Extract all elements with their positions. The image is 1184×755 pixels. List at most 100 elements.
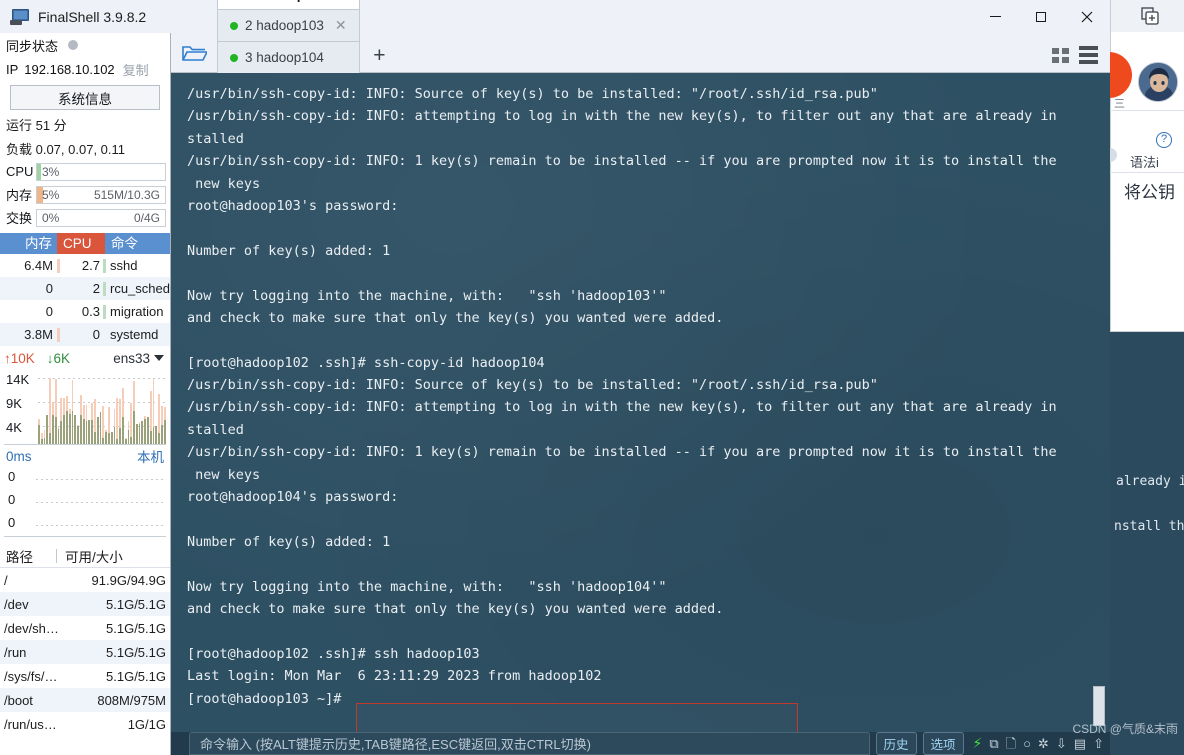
ping-chart-plot [36,473,166,532]
terminal-panel[interactable]: /usr/bin/ssh-copy-id: INFO: Source of ke… [171,73,1110,732]
terminal-scrollbar[interactable] [1092,73,1106,732]
system-info-button[interactable]: 系统信息 [10,85,160,110]
meter-bar: 5% 515M/10.3G [36,185,166,204]
network-chart: 14K 9K 4K [4,370,166,445]
grid-view-icon[interactable] [1052,47,1069,63]
disk-row[interactable]: /run/us… 1G/1G [0,712,170,736]
tab-close-icon[interactable]: ✕ [339,0,351,3]
disk-path: /dev [4,596,29,612]
network-bar [130,372,133,444]
process-mem: 3.8M [24,327,53,342]
tab-1[interactable]: 2 hadoop103 ✕ [217,9,361,41]
bolt-icon[interactable]: ⚡ [973,735,983,752]
meter-bar: 0% 0/4G [36,208,166,227]
history-button[interactable]: 历史 [875,732,917,755]
disk-usage: 5.1G/5.1G [106,644,166,660]
meter-label: CPU [6,164,34,179]
divider [1110,172,1184,173]
monitor-icon [10,8,29,25]
open-folder-icon[interactable] [171,33,217,72]
ping-y-tick-1: 0 [8,492,16,507]
network-bar [57,372,60,444]
status-dot [68,40,79,50]
download-icon[interactable]: ⇩ [1056,737,1067,750]
process-row[interactable]: 0 2 rcu_sched [0,277,170,300]
disk-row[interactable]: /sys/fs/… 5.1G/5.1G [0,664,170,688]
copy-icon[interactable]: ⧉ [989,737,998,750]
terminal-line: /usr/bin/ssh-copy-id: INFO: attempting t… [187,399,1057,416]
meter-percent: 5% [42,187,60,202]
network-bar [85,372,88,444]
close-button[interactable] [1064,0,1110,33]
disk-path: /sys/fs/… [4,668,58,684]
network-bar [38,372,40,444]
ping-chart: 0 0 0 [4,467,166,537]
disk-row[interactable]: /dev 5.1G/5.1G [0,592,170,616]
tab-2[interactable]: 3 hadoop104 [217,41,361,73]
download-arrow-icon: ↓ [46,350,54,366]
tab-0[interactable]: 1 hadoop102 ✕ [217,0,361,9]
network-chart-plot [38,372,166,444]
maximize-button[interactable] [1018,0,1064,33]
disk-usage: 5.1G/5.1G [106,620,166,636]
disk-row[interactable]: /run 5.1G/5.1G [0,640,170,664]
network-bar [116,372,119,444]
network-bar [40,372,43,444]
list-view-icon[interactable] [1079,46,1098,64]
network-bar [135,372,138,444]
network-bar [107,372,110,444]
process-row[interactable]: 6.4M 2.7 sshd [0,254,170,277]
load-row: 负载 0.07, 0.07, 0.11 [6,141,125,157]
process-row[interactable]: 0 0.3 migration [0,300,170,323]
folder-icon[interactable]: ▤ [1074,737,1086,750]
meter-label: 交换 [6,211,33,226]
ping-host-label: 本机 [137,450,164,465]
process-cmd: rcu_sched [110,281,170,296]
search-icon[interactable]: ○ [1023,737,1031,750]
avatar[interactable] [1138,62,1178,102]
network-bar [51,372,54,444]
add-tab-button[interactable]: + [362,44,396,72]
page-title: FinalShell 3.9.8.2 [38,8,147,25]
disk-usage: 808M/975M [97,692,166,708]
network-bar [110,372,113,444]
copy-link[interactable]: 复制 [123,60,149,79]
tab-close-icon[interactable]: ✕ [335,17,347,34]
network-bar [99,372,102,444]
terminal-line: Now try logging into the machine, with: … [187,287,667,304]
meter-percent: 3% [42,164,60,179]
background-terminal-strip [1110,332,1184,755]
process-cpu: 0 [92,327,100,342]
network-interface-select[interactable]: ens33 [113,351,164,366]
network-bar [96,372,99,444]
watermark: CSDN @气质&末雨 [1072,722,1178,736]
tab-label: 1 hadoop102 [245,0,328,2]
disk-table-body: / 91.9G/94.9G/dev 5.1G/5.1G/dev/sh… 5.1G/5.… [0,568,170,736]
network-bar [113,372,116,444]
paste-icon[interactable]: 🗋 [1006,737,1016,750]
ping-header: 0ms 本机 [0,445,170,467]
disk-path: /run [4,644,27,660]
network-bar [91,372,93,444]
network-bar [82,372,85,444]
help-circle-icon[interactable]: ? [1156,132,1172,148]
disk-row[interactable]: /dev/sh… 5.1G/5.1G [0,616,170,640]
minimize-button[interactable] [972,0,1018,33]
disk-path: /boot [4,692,33,708]
process-col-mem: 内存 [0,233,57,254]
options-button[interactable]: 选项 [922,732,964,755]
upload-icon[interactable]: ⇧ [1093,737,1104,750]
process-col-cmd: 命令 [105,233,170,254]
gear-icon[interactable]: ✲ [1038,737,1049,750]
terminal-line: Number of key(s) added: 1 [187,533,391,550]
command-input[interactable]: 命令输入 (按ALT键提示历史,TAB键路径,ESC键返回,双击CTRL切换) [189,732,870,755]
terminal-line: stalled [187,130,244,147]
disk-table-header: 路径 可用/大小 [0,544,170,568]
process-row[interactable]: 3.8M 0 systemd [0,323,170,346]
disk-row[interactable]: /boot 808M/975M [0,688,170,712]
terminal-line: Now try logging into the machine, with: … [187,578,667,595]
disk-row[interactable]: / 91.9G/94.9G [0,568,170,592]
new-tab-icon[interactable] [1138,6,1162,26]
